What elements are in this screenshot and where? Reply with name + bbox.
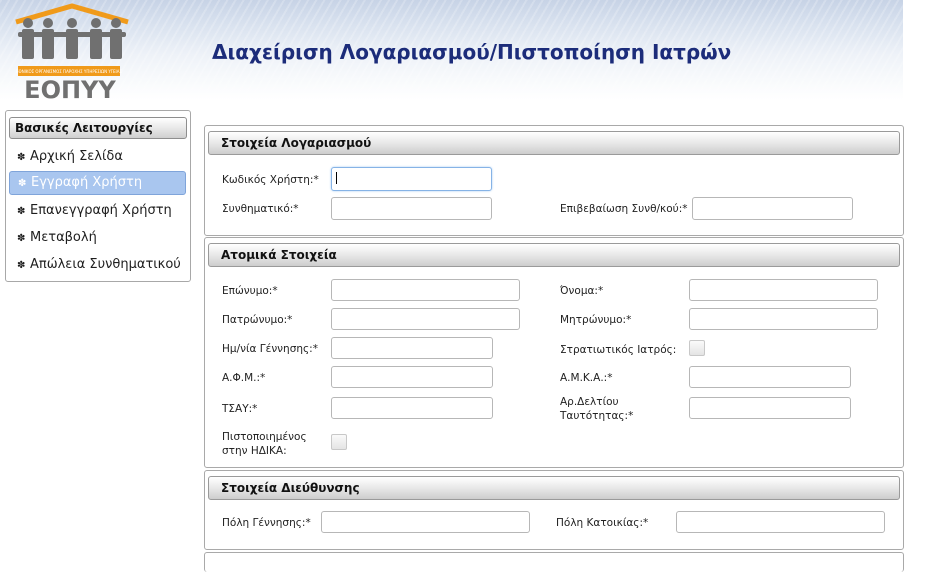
residence-city-input[interactable]	[676, 511, 885, 533]
birthdate-label: Ημ/νία Γέννησης:*	[222, 343, 318, 355]
sidebar-title: Βασικές Λειτουργίες	[9, 117, 187, 139]
sidebar-item-label: Επανεγγραφή Χρήστη	[30, 203, 172, 218]
sidebar-item-register[interactable]: ✽ Εγγραφή Χρήστη	[9, 171, 186, 195]
military-doctor-label: Στρατιωτικός Ιατρός:	[560, 344, 677, 356]
account-panel-title: Στοιχεία Λογαριασμού	[208, 131, 900, 155]
gear-icon: ✽	[17, 260, 26, 271]
eopyy-logo: ΕΘΝΙΚΟΣ ΟΡΓΑΝΙΣΜΟΣ ΠΑΡΟΧΗΣ ΥΠΗΡΕΣΙΩΝ ΥΓΕ…	[15, 3, 129, 100]
personal-panel: Ατομικά Στοιχεία Επώνυμο:* Όνομα:* Πατρώ…	[204, 237, 904, 468]
sidebar-item-modify[interactable]: ✽ Μεταβολή	[9, 227, 186, 251]
sidebar: Βασικές Λειτουργίες ✽ Αρχική Σελίδα ✽ Εγγρ…	[5, 110, 191, 282]
address-panel-title: Στοιχεία Διεύθυνσης	[208, 476, 900, 500]
name-input[interactable]	[689, 279, 878, 301]
gear-icon: ✽	[17, 152, 26, 163]
residence-city-label: Πόλη Κατοικίας:*	[556, 517, 649, 529]
next-panel	[204, 552, 904, 572]
birth-city-input[interactable]	[321, 511, 530, 533]
sidebar-item-label: Αρχική Σελίδα	[30, 149, 123, 164]
surname-label: Επώνυμο:*	[222, 285, 278, 297]
sidebar-item-reregister[interactable]: ✽ Επανεγγραφή Χρήστη	[9, 200, 186, 224]
confirm-password-input[interactable]	[692, 197, 853, 220]
logo-subtext: ΕΘΝΙΚΟΣ ΟΡΓΑΝΙΣΜΟΣ ΠΑΡΟΧΗΣ ΥΠΗΡΕΣΙΩΝ ΥΓΕ…	[16, 69, 122, 74]
header-banner: ΕΘΝΙΚΟΣ ΟΡΓΑΝΙΣΜΟΣ ΠΑΡΟΧΗΣ ΥΠΗΡΕΣΙΩΝ ΥΓΕ…	[0, 0, 903, 100]
birth-city-label: Πόλη Γέννησης:*	[222, 517, 311, 529]
account-panel: Στοιχεία Λογαριασμού Κωδικός Χρήστη:* Συ…	[204, 125, 904, 236]
sidebar-item-label: Απώλεια Συνθηματικού	[30, 257, 181, 272]
address-panel: Στοιχεία Διεύθυνσης Πόλη Γέννησης:* Πόλη…	[204, 470, 904, 550]
sidebar-item-home[interactable]: ✽ Αρχική Σελίδα	[9, 146, 186, 170]
mother-name-label: Μητρώνυμο:*	[560, 314, 632, 326]
military-doctor-checkbox[interactable]	[689, 340, 705, 356]
gear-icon: ✽	[17, 206, 26, 217]
sidebar-item-label: Μεταβολή	[30, 230, 97, 245]
mother-name-input[interactable]	[689, 308, 878, 330]
page-title: Διαχείριση Λογαριασμού/Πιστοποίηση Ιατρώ…	[212, 40, 732, 64]
birthdate-input[interactable]	[331, 337, 493, 359]
tsay-label: ΤΣΑΥ:*	[222, 403, 258, 415]
father-name-label: Πατρώνυμο:*	[222, 314, 293, 326]
id-card-label: Αρ.Δελτίου Ταυτότητας:*	[560, 396, 634, 422]
father-name-input[interactable]	[331, 308, 520, 330]
text-caret	[336, 172, 337, 184]
afm-input[interactable]	[331, 366, 493, 388]
afm-label: Α.Φ.Μ.:*	[222, 372, 266, 384]
amka-input[interactable]	[689, 366, 851, 388]
logo-text: ΕΟΠΥΥ	[24, 76, 116, 100]
gear-icon: ✽	[18, 178, 27, 189]
certified-checkbox[interactable]	[331, 434, 347, 450]
gear-icon: ✽	[17, 233, 26, 244]
username-input[interactable]	[331, 167, 492, 191]
password-input[interactable]	[331, 197, 492, 220]
confirm-password-label: Επιβεβαίωση Συνθ/κού:*	[560, 203, 688, 215]
personal-panel-title: Ατομικά Στοιχεία	[208, 243, 900, 267]
password-label: Συνθηματικό:*	[222, 203, 299, 215]
surname-input[interactable]	[331, 279, 520, 301]
amka-label: Α.Μ.Κ.Α.:*	[560, 372, 613, 384]
username-label: Κωδικός Χρήστη:*	[222, 174, 319, 186]
sidebar-item-lost-password[interactable]: ✽ Απώλεια Συνθηματικού	[9, 254, 186, 278]
id-card-input[interactable]	[689, 397, 851, 419]
sidebar-item-label: Εγγραφή Χρήστη	[31, 175, 143, 190]
certified-label: Πιστοποιημένος στην ΗΔΙΚΑ:	[222, 431, 307, 457]
name-label: Όνομα:*	[560, 285, 604, 297]
tsay-input[interactable]	[331, 397, 493, 419]
